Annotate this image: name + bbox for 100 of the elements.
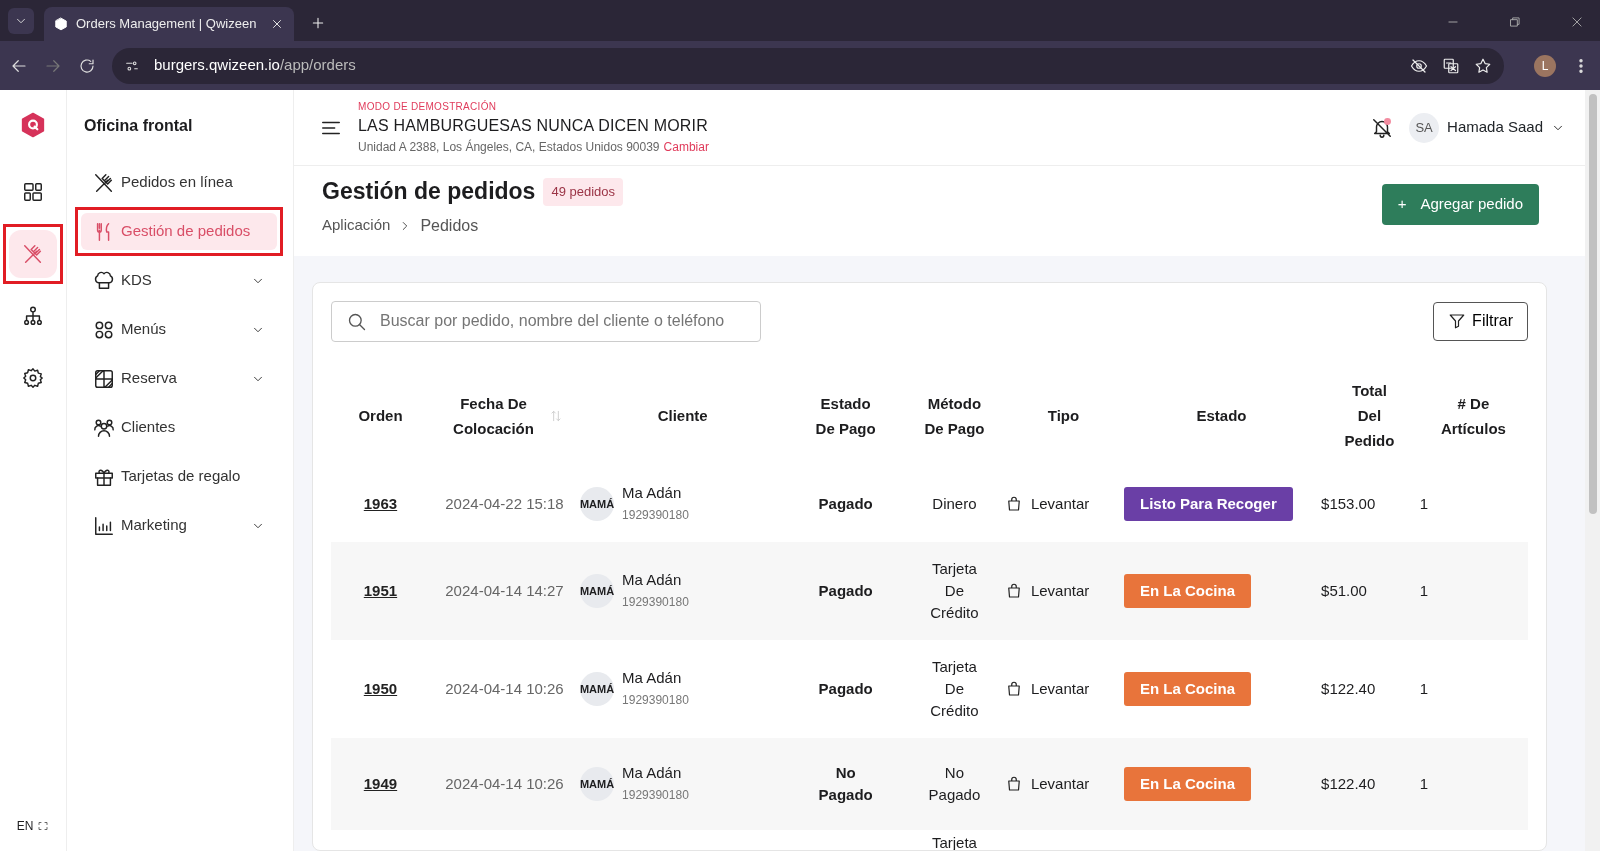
payment-method: No Pagado [927, 762, 982, 805]
payment-status: Pagado [817, 580, 874, 601]
item-count: 1 [1419, 494, 1429, 512]
payment-method: Dinero [931, 493, 978, 514]
filter-button[interactable]: Filtrar [1433, 301, 1528, 341]
scrollbar-thumb[interactable] [1588, 94, 1597, 514]
sidebar-item[interactable]: Menús [81, 311, 277, 348]
column-header[interactable]: Fecha De Colocación [446, 390, 541, 441]
column-header: Tipo [1046, 406, 1081, 427]
order-number-link[interactable]: 1949 [363, 774, 398, 792]
payment-method: Tarjeta De Crédito [929, 558, 980, 623]
bar-chart-icon [93, 514, 115, 537]
fork-knife-icon [93, 171, 115, 194]
add-order-button[interactable]: + Agregar pedido [1381, 184, 1539, 225]
payment-method: Tarjeta [930, 832, 978, 850]
customer-phone: 1929390180 [622, 593, 689, 611]
plus-icon[interactable] [310, 15, 326, 31]
order-type: Levantar [1030, 493, 1090, 514]
payment-status: No Pagado [817, 762, 874, 805]
change-link[interactable]: Cambiar [663, 138, 709, 156]
grid-icon [93, 318, 115, 341]
settings-icon [22, 367, 44, 389]
column-header: # De Artículos [1439, 393, 1507, 439]
order-total: $122.40 [1321, 679, 1376, 697]
customer-avatar: MAMÁ [580, 766, 615, 801]
scrollbar-track[interactable] [1585, 90, 1600, 851]
dashboard-icon [22, 181, 44, 203]
user-menu[interactable]: SA Hamada Saad [1409, 112, 1565, 143]
people-icon [93, 416, 115, 439]
column-header: Orden [357, 406, 404, 427]
customer-avatar: MAMÁ [580, 486, 615, 521]
close-icon[interactable] [270, 17, 284, 31]
logo-icon [20, 112, 46, 138]
sidebar-item[interactable]: KDS [81, 262, 277, 299]
item-count: 1 [1419, 774, 1429, 792]
page-title: Gestión de pedidos [322, 178, 536, 206]
search-icon [347, 311, 367, 332]
customer-name: Ma Adán [622, 762, 683, 783]
customer-phone: 1929390180 [622, 691, 689, 709]
order-type: Levantar [1030, 678, 1090, 699]
sidebar-item[interactable]: Clientes [81, 409, 277, 446]
customer-avatar: MAMÁ [580, 671, 615, 706]
column-header: Total Del Pedido [1343, 381, 1396, 452]
customer-name: Ma Adán [622, 667, 683, 688]
filter-icon [1448, 312, 1467, 331]
hexagon-icon [54, 17, 68, 31]
browser-tab[interactable]: Orders Management | Qwizeen [44, 7, 294, 41]
order-total: $51.00 [1321, 581, 1367, 599]
payment-method: Tarjeta De Crédito [929, 656, 980, 721]
reload-icon[interactable] [78, 56, 96, 75]
item-count: 1 [1419, 581, 1429, 599]
tab-title: Orders Management | Qwizeen [76, 15, 258, 34]
star-icon[interactable] [1474, 56, 1492, 75]
order-number-link[interactable]: 1951 [363, 581, 398, 599]
sidebar-item[interactable]: Reserva [81, 360, 277, 397]
column-header: Método De Pago [924, 393, 985, 439]
customer-name: Ma Adán [622, 569, 683, 590]
url-text: burgers.qwizeen.io/app/orders [154, 55, 357, 76]
fork-knife-icon [22, 243, 44, 265]
sidebar-item[interactable]: Marketing [81, 507, 277, 544]
customer-phone: 1929390180 [622, 786, 689, 804]
order-number-link[interactable]: 1963 [363, 494, 398, 512]
translate-icon[interactable] [1442, 56, 1460, 75]
sidebar-title: Oficina frontal [84, 116, 194, 136]
order-total: $153.00 [1321, 494, 1376, 512]
column-header: Cliente [656, 406, 709, 427]
restore-icon[interactable] [1508, 15, 1522, 29]
address-bar[interactable]: burgers.qwizeen.io/app/orders [112, 47, 1504, 84]
profile-avatar[interactable]: L [1534, 54, 1556, 77]
payment-status: Pagado [817, 493, 874, 514]
item-count: 1 [1419, 679, 1429, 697]
order-number-link[interactable]: 1950 [363, 679, 398, 697]
order-type: Levantar [1030, 773, 1090, 794]
order-count-badge: 49 pedidos [543, 178, 624, 206]
order-date: 2024-04-14 10:26 [445, 679, 564, 697]
payment-status: Pagado [817, 678, 874, 699]
address-text: Unidad A 2388, Los Ángeles, CA, Estados Unidos 90039 [358, 138, 660, 156]
restaurant-name: LAS HAMBURGUESAS NUNCA DICEN MORIR [358, 116, 709, 136]
column-header: Estado De Pago [814, 393, 877, 439]
order-status-badge[interactable]: Listo Para Recoger [1124, 486, 1293, 521]
order-date: 2024-04-14 10:26 [445, 774, 564, 792]
user-avatar: SA [1409, 112, 1440, 143]
customer-name: Ma Adán [622, 482, 683, 503]
breadcrumb-item[interactable]: Aplicación [322, 214, 391, 237]
chef-hat-icon [93, 269, 115, 292]
sidebar-item[interactable]: Pedidos en línea [81, 164, 277, 201]
language-label[interactable]: EN [16, 817, 34, 835]
notifications-off-icon[interactable] [1371, 116, 1394, 139]
sidebar-item[interactable]: Tarjetas de regalo [81, 458, 277, 495]
close-icon[interactable] [1570, 15, 1584, 29]
demo-mode-label: MODO DE DEMOSTRACIÓN [358, 99, 498, 114]
customer-phone: 1929390180 [622, 506, 689, 524]
search-field[interactable]: Buscar por pedido, nombre del cliente o teléfono [331, 300, 761, 342]
order-type: Levantar [1030, 580, 1090, 601]
expand-icon[interactable] [37, 820, 50, 832]
breadcrumb-item: Pedidos [420, 215, 479, 236]
order-date: 2024-04-22 15:18 [445, 494, 564, 512]
column-header: Estado [1195, 406, 1248, 427]
hierarchy-icon [22, 305, 44, 327]
floor-plan-icon [93, 367, 115, 390]
